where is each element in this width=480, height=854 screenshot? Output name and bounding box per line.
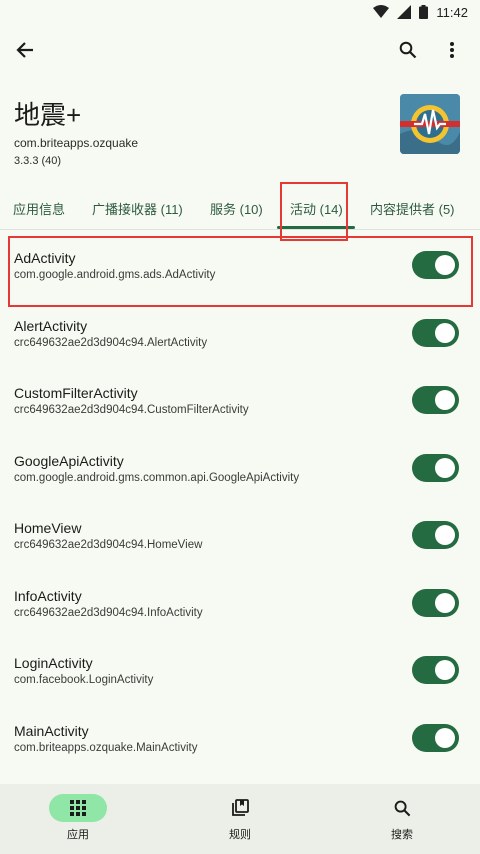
list-item[interactable]: HomeView crc649632ae2d3d904c94.HomeView xyxy=(0,506,480,574)
tab-providers[interactable]: 内容提供者 (5) xyxy=(370,186,455,230)
activity-class: com.briteapps.ozquake.MainActivity xyxy=(14,742,198,754)
nav-rules-indicator xyxy=(211,794,269,822)
activity-name: HomeView xyxy=(14,520,82,536)
app-version: 3.3.3 (40) xyxy=(14,155,62,167)
app-package: com.briteapps.ozquake xyxy=(14,136,139,150)
nav-search[interactable]: 搜索 xyxy=(352,784,452,854)
tab-receivers[interactable]: 广播接收器 (11) xyxy=(92,186,183,230)
back-arrow-icon xyxy=(16,42,33,58)
list-item[interactable]: AlertActivity crc649632ae2d3d904c94.Aler… xyxy=(0,304,480,372)
nav-rules[interactable]: 规则 xyxy=(190,784,290,854)
activity-class: com.facebook.LoginActivity xyxy=(14,674,154,686)
nav-search-indicator xyxy=(373,794,431,822)
search-button[interactable] xyxy=(388,30,428,70)
activity-name: InfoActivity xyxy=(14,588,82,604)
more-vert-icon xyxy=(450,42,454,58)
activity-toggle[interactable] xyxy=(412,386,459,414)
signal-icon xyxy=(397,5,412,19)
activity-class: com.google.android.gms.common.api.Google… xyxy=(14,472,300,484)
tab-services[interactable]: 服务 (10) xyxy=(210,186,263,230)
tab-bar: 应用信息 广播接收器 (11) 服务 (10) 活动 (14) 内容提供者 (5… xyxy=(0,186,480,230)
list-item[interactable]: GoogleApiActivity com.google.android.gms… xyxy=(0,439,480,507)
list-item[interactable]: InfoActivity crc649632ae2d3d904c94.InfoA… xyxy=(0,574,480,642)
activity-name: AlertActivity xyxy=(14,318,88,334)
activity-class: crc649632ae2d3d904c94.InfoActivity xyxy=(14,607,203,619)
app-icon xyxy=(400,94,460,154)
app-name: 地震+ xyxy=(14,100,82,130)
activity-class: crc649632ae2d3d904c94.HomeView xyxy=(14,539,203,551)
activity-toggle[interactable] xyxy=(412,319,459,347)
activity-name: GoogleApiActivity xyxy=(14,453,124,469)
activity-toggle[interactable] xyxy=(412,521,459,549)
battery-icon xyxy=(419,5,429,19)
tab-app-info[interactable]: 应用信息 xyxy=(13,186,65,230)
rules-icon xyxy=(232,799,249,816)
activity-toggle[interactable] xyxy=(412,656,459,684)
apps-grid-icon xyxy=(70,800,86,816)
nav-apps-indicator xyxy=(49,794,107,822)
highlight-box-row xyxy=(8,236,473,307)
list-item[interactable]: MainActivity com.briteapps.ozquake.MainA… xyxy=(0,709,480,777)
nav-search-label: 搜索 xyxy=(391,829,413,841)
activity-class: crc649632ae2d3d904c94.AlertActivity xyxy=(14,337,208,349)
activity-toggle[interactable] xyxy=(412,724,459,752)
app-header: 地震+ com.briteapps.ozquake 3.3.3 (40) xyxy=(14,100,138,167)
more-options-button[interactable] xyxy=(432,30,472,70)
search-icon xyxy=(394,800,410,816)
nav-rules-label: 规则 xyxy=(229,829,251,841)
bottom-navigation: 应用 规则 搜索 xyxy=(0,784,480,854)
activity-toggle[interactable] xyxy=(412,589,459,617)
nav-apps[interactable]: 应用 xyxy=(28,784,128,854)
activity-toggle[interactable] xyxy=(412,454,459,482)
search-icon xyxy=(399,41,417,59)
earthquake-app-icon xyxy=(400,94,460,154)
wifi-icon xyxy=(373,5,390,18)
activity-name: LoginActivity xyxy=(14,655,93,671)
activity-name: CustomFilterActivity xyxy=(14,385,138,401)
list-item[interactable]: CustomFilterActivity crc649632ae2d3d904c… xyxy=(0,371,480,439)
activity-class: crc649632ae2d3d904c94.CustomFilterActivi… xyxy=(14,404,249,416)
back-button[interactable] xyxy=(5,30,45,70)
list-item[interactable]: LoginActivity com.facebook.LoginActivity xyxy=(0,641,480,709)
top-app-bar xyxy=(0,24,480,76)
status-time: 11:42 xyxy=(436,4,468,20)
nav-apps-label: 应用 xyxy=(67,829,89,841)
status-bar: 11:42 xyxy=(0,0,480,24)
activity-name: MainActivity xyxy=(14,723,89,739)
highlight-box-tab xyxy=(280,182,348,241)
